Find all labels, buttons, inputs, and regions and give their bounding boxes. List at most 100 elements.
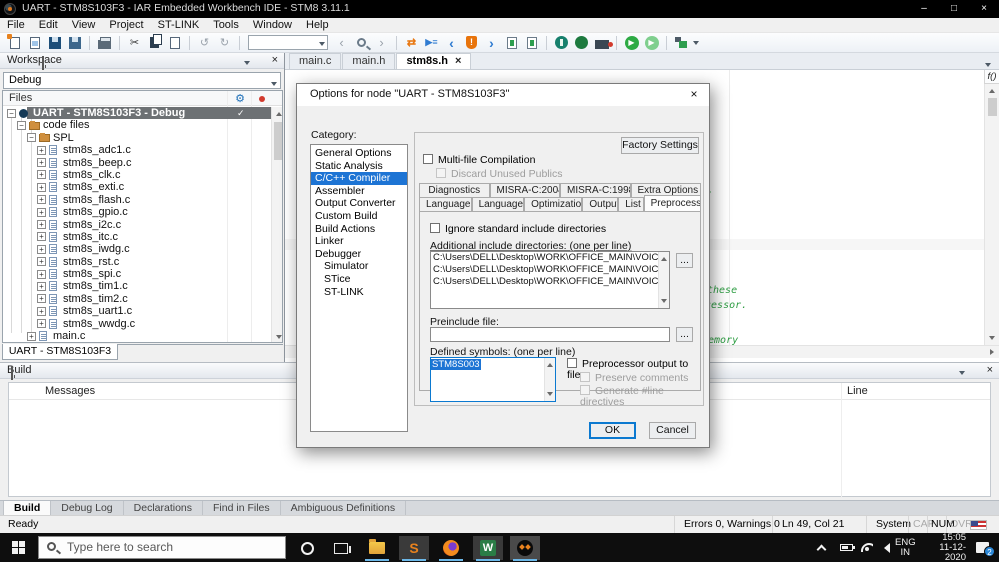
start-button[interactable]: [12, 541, 25, 554]
print-button[interactable]: [96, 35, 113, 51]
tree-item-stm8s-exti-c[interactable]: + stm8s_exti.c: [3, 181, 271, 193]
make-button[interactable]: [673, 35, 690, 51]
tree-item-stm8s-itc-c[interactable]: + stm8s_itc.c: [3, 231, 271, 243]
clock[interactable]: 15:05 11-12-2020: [922, 532, 966, 562]
workspace-project-tab[interactable]: UART - STM8S103F3: [2, 344, 118, 360]
firefox-icon[interactable]: [436, 536, 466, 560]
include-directories-textarea[interactable]: C:\Users\DELL\Desktop\WORK\OFFICE_MAIN\V…: [430, 251, 670, 309]
save-all-button[interactable]: [66, 35, 83, 51]
expand-icon[interactable]: +: [37, 319, 46, 329]
category-simulator[interactable]: Simulator: [311, 260, 407, 273]
output-tab-debug-log[interactable]: Debug Log: [51, 501, 124, 516]
output-tab-build[interactable]: Build: [3, 501, 52, 516]
dialog-tab-language-1[interactable]: Language 1: [419, 197, 472, 211]
factory-settings-button[interactable]: Factory Settings: [621, 137, 699, 154]
next-statement-icon[interactable]: ▶≡: [423, 35, 440, 51]
menu-window[interactable]: Window: [246, 18, 299, 33]
dialog-tab-preprocessor[interactable]: Preprocessor: [643, 195, 701, 211]
editor-tab-stm8s-h[interactable]: stm8s.h ×: [396, 53, 472, 69]
tree-item-stm8s-uart1-c[interactable]: + stm8s_uart1.c: [3, 305, 271, 317]
make-dropdown-icon[interactable]: [693, 41, 699, 48]
tree-item-stm8s-tim2-c[interactable]: + stm8s_tim2.c: [3, 293, 271, 305]
tree-item-stm8s-iwdg-c[interactable]: + stm8s_iwdg.c: [3, 243, 271, 255]
category-build-actions[interactable]: Build Actions: [311, 223, 407, 236]
next-bookmark-icon[interactable]: ›: [483, 35, 500, 51]
stlink-icon[interactable]: [593, 35, 613, 51]
search-icon[interactable]: [353, 35, 370, 51]
output-tab-ambiguous-definitions[interactable]: Ambiguous Definitions: [280, 501, 407, 516]
copy-button[interactable]: [146, 34, 163, 51]
maximize-button[interactable]: □: [939, 0, 969, 18]
category-debugger[interactable]: Debugger: [311, 248, 407, 261]
prev-bookmark-icon[interactable]: ‹: [443, 35, 460, 51]
undo-button[interactable]: ↺: [196, 35, 213, 51]
multi-file-compilation-checkbox[interactable]: Multi-file Compilation: [423, 154, 535, 166]
tree-item-stm8s-wwdg-c[interactable]: + stm8s_wwdg.c: [3, 318, 271, 330]
menu-file[interactable]: File: [0, 18, 32, 33]
configuration-selector[interactable]: Debug: [3, 72, 281, 89]
menu-st-link[interactable]: ST-LINK: [151, 18, 207, 33]
language-indicator[interactable]: ENG IN: [895, 533, 916, 562]
tab-list-dropdown-icon[interactable]: [985, 63, 991, 70]
task-view-icon[interactable]: [326, 536, 356, 560]
workspace-scrollbar[interactable]: [271, 107, 282, 342]
dialog-tab-output[interactable]: Output: [582, 197, 619, 211]
tree-item-uart-stm8s103f3-debug[interactable]: − UART - STM8S103F3 - Debug ✓: [3, 107, 271, 120]
download-active-icon[interactable]: [573, 35, 590, 51]
menu-view[interactable]: View: [65, 18, 103, 33]
editor-vscrollbar[interactable]: [984, 84, 999, 345]
expand-icon[interactable]: +: [37, 170, 46, 180]
scrollbar-thumb[interactable]: [988, 98, 997, 116]
new-file-button[interactable]: [6, 33, 23, 51]
preinclude-input[interactable]: [430, 327, 670, 342]
cut-button[interactable]: ✂: [126, 35, 143, 51]
tree-item-code-files[interactable]: − code files: [3, 119, 271, 131]
battery-icon[interactable]: [840, 533, 855, 562]
tab-close-icon[interactable]: ×: [455, 55, 461, 67]
dialog-tab-misra-c-2004[interactable]: MISRA-C:2004: [489, 183, 560, 197]
expand-icon[interactable]: +: [37, 145, 46, 155]
scroll-up-icon[interactable]: [272, 107, 282, 120]
category-c-c-compiler[interactable]: C/C++ Compiler: [311, 172, 407, 185]
tree-item-stm8s-gpio-c[interactable]: + stm8s_gpio.c: [3, 206, 271, 218]
dialog-tab-diagnostics[interactable]: Diagnostics: [419, 183, 490, 197]
search-forward-icon[interactable]: ›: [373, 35, 390, 51]
close-button[interactable]: ×: [969, 0, 999, 18]
menu-help[interactable]: Help: [299, 18, 336, 33]
expand-icon[interactable]: +: [37, 232, 46, 242]
dialog-titlebar[interactable]: Options for node "UART - STM8S103F3" ×: [297, 84, 709, 106]
collapse-icon[interactable]: −: [7, 108, 16, 118]
save-button[interactable]: [46, 35, 63, 51]
debug-without-download-button[interactable]: ▶: [643, 35, 660, 51]
scroll-right-icon[interactable]: [986, 346, 999, 359]
category-st-link[interactable]: ST-LINK: [311, 286, 407, 299]
expand-icon[interactable]: +: [27, 331, 36, 341]
dialog-close-icon[interactable]: ×: [679, 84, 709, 106]
build-menu-icon[interactable]: [959, 371, 965, 378]
menu-tools[interactable]: Tools: [206, 18, 246, 33]
search-back-icon[interactable]: ‹: [333, 35, 350, 51]
expand-icon[interactable]: +: [37, 257, 46, 267]
tray-chevron-icon[interactable]: [816, 533, 827, 562]
defined-symbols-textarea[interactable]: STM8S003: [430, 357, 556, 402]
category-assembler[interactable]: Assembler: [311, 185, 407, 198]
go-to-right-icon[interactable]: [523, 35, 540, 51]
notification-center-icon[interactable]: 2: [976, 533, 995, 562]
menu-project[interactable]: Project: [102, 18, 150, 33]
dialog-tab-misra-c-1998[interactable]: MISRA-C:1998: [560, 183, 631, 197]
file-explorer-icon[interactable]: [362, 536, 392, 560]
tree-item-stm8s-spi-c[interactable]: + stm8s_spi.c: [3, 268, 271, 280]
toggle-bookmark-icon[interactable]: ⇄: [403, 35, 420, 51]
taskbar-search-input[interactable]: Type here to search: [38, 536, 286, 559]
output-tab-declarations[interactable]: Declarations: [123, 501, 204, 516]
ignore-standard-includes-checkbox[interactable]: Ignore standard include directories: [430, 223, 606, 235]
dialog-tab-list[interactable]: List: [618, 197, 644, 211]
category-output-converter[interactable]: Output Converter: [311, 197, 407, 210]
scroll-down-icon[interactable]: [985, 332, 998, 345]
workspace-menu-icon[interactable]: [244, 61, 250, 68]
preprocessor-output-checkbox[interactable]: Preprocessor output to file: [567, 358, 700, 381]
scrollbar-thumb[interactable]: [274, 122, 282, 160]
messages-column-header[interactable]: Messages: [45, 383, 95, 399]
tree-item-main-c[interactable]: + main.c: [3, 330, 271, 342]
tree-item-stm8s-tim1-c[interactable]: + stm8s_tim1.c: [3, 280, 271, 292]
